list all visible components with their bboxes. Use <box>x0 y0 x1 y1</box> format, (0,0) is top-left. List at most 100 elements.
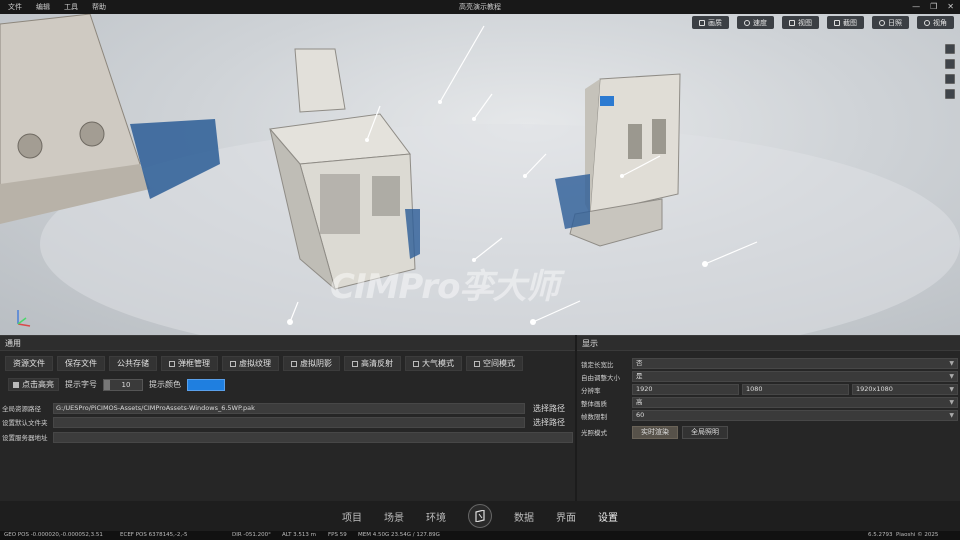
menu-tools[interactable]: 工具 <box>64 2 78 12</box>
highlight-settings-row: 点击高亮 提示字号 10 提示颜色 <box>8 378 225 391</box>
nav-scene[interactable]: 场景 <box>384 509 404 524</box>
checkbox-icon <box>474 360 480 367</box>
resolution-preset-dropdown[interactable]: 1920x1080 ▼ <box>852 384 958 395</box>
select-folder-button[interactable]: 选择路径 <box>525 417 573 428</box>
close-icon[interactable]: ✕ <box>947 2 954 12</box>
global-illumination-button[interactable]: 全局照明 <box>682 425 728 439</box>
lock-aspect-dropdown[interactable]: 否 ▼ <box>632 358 958 369</box>
select-path-button[interactable]: 选择路径 <box>525 403 573 414</box>
restore-icon[interactable]: ❐ <box>930 2 937 12</box>
popup-manage-toggle[interactable]: 弹框管理 <box>161 356 218 371</box>
menu-help[interactable]: 帮助 <box>92 2 106 12</box>
quality-row: 整体画质 高 ▼ <box>581 397 959 408</box>
server-address-row: 设置服务器地址 <box>2 431 575 443</box>
nav-data[interactable]: 数据 <box>514 509 534 524</box>
virtual-texture-toggle[interactable]: 虚拟纹理 <box>222 356 279 371</box>
resolution-width-input[interactable]: 1920 <box>632 384 739 395</box>
minimize-icon[interactable]: — <box>912 2 920 12</box>
checkbox-icon <box>413 360 419 367</box>
general-panel: 通用 资源文件 保存文件 公共存储 弹框管理 虚拟纹理 虚拟阴影 高清反射 大气… <box>0 335 575 501</box>
eye-icon <box>924 19 930 26</box>
setting-label: 锁定长宽比 <box>581 360 614 369</box>
path-label: 全局资源路径 <box>2 405 41 413</box>
global-resource-path-row: 全局资源路径 G:/UESPro/PiCIMOS-Assets/CIMProAs… <box>2 402 575 414</box>
realtime-render-button[interactable]: 实时渲染 <box>632 425 678 439</box>
cube-tool-icon[interactable] <box>945 59 955 69</box>
default-folder-field[interactable] <box>53 416 525 428</box>
fps: FPS 59 <box>328 532 347 538</box>
setting-label: 光照模式 <box>581 429 607 437</box>
status-bar: GEO POS -0.000020,-0.000052,3.51 ECEF PO… <box>0 531 960 540</box>
sunlight-button[interactable]: 日照 <box>872 16 909 29</box>
chevron-down-icon: ▼ <box>949 373 954 380</box>
color-swatch[interactable] <box>187 378 225 391</box>
checkbox-icon <box>352 360 358 367</box>
resolution-row: 分辨率 1920 1080 1920x1080 ▼ <box>581 384 959 395</box>
overall-quality-dropdown[interactable]: 高 ▼ <box>632 397 958 408</box>
watermark: CIMPro孪大师 <box>330 267 559 307</box>
public-storage-button[interactable]: 公共存储 <box>109 356 157 371</box>
screenshot-icon <box>834 19 840 26</box>
altitude: ALT 3.513 m <box>282 532 317 538</box>
checkbox-icon <box>230 360 236 367</box>
menu-edit[interactable]: 编辑 <box>36 2 50 12</box>
resolution-height-input[interactable]: 1080 <box>742 384 849 395</box>
fps-limit-dropdown[interactable]: 60 ▼ <box>632 410 958 421</box>
chevron-down-icon: ▼ <box>949 399 954 406</box>
nav-settings[interactable]: 设置 <box>598 509 618 524</box>
chevron-down-icon: ▼ <box>949 360 954 367</box>
menu-file[interactable]: 文件 <box>8 2 22 12</box>
axis-gizmo-icon <box>17 310 31 327</box>
resource-file-button[interactable]: 资源文件 <box>5 356 53 371</box>
menu-bar: 文件 编辑 工具 帮助 <box>0 2 106 12</box>
view-button[interactable]: 视图 <box>782 16 819 29</box>
quality-button[interactable]: 画质 <box>692 16 729 29</box>
color-label: 提示颜色 <box>149 380 181 389</box>
copyright: Piaoshi © 2025 <box>896 532 939 538</box>
viewport-side-tools <box>945 44 955 99</box>
setting-label: 整体画质 <box>581 399 607 408</box>
ecef-pos: ECEF POS 6378145,-2,-5 <box>120 532 188 538</box>
path-label: 设置默认文件夹 <box>2 419 48 427</box>
virtual-shadow-toggle[interactable]: 虚拟阴影 <box>283 356 340 371</box>
view-icon <box>789 19 795 26</box>
global-resource-path-field[interactable]: G:/UESPro/PiCIMOS-Assets/CIMProAssets-Wi… <box>53 402 525 414</box>
atmosphere-mode-toggle[interactable]: 大气模式 <box>405 356 462 371</box>
direction: DIR -051.200° <box>232 532 271 538</box>
save-file-button[interactable]: 保存文件 <box>57 356 105 371</box>
server-address-field[interactable] <box>53 431 573 443</box>
setting-label: 分辨率 <box>581 386 601 395</box>
general-panel-title: 通用 <box>0 336 575 351</box>
geo-pos: GEO POS -0.000020,-0.000052,3.51 <box>4 532 103 538</box>
bottom-nav: 项目 场景 环境 数据 界面 设置 <box>0 501 960 531</box>
frame-tool-icon[interactable] <box>945 89 955 99</box>
setting-label: 自由调整大小 <box>581 373 620 382</box>
chevron-down-icon: ▼ <box>949 386 954 393</box>
ruler-tool-icon[interactable] <box>945 74 955 84</box>
nav-environment[interactable]: 环境 <box>426 509 446 524</box>
screenshot-button[interactable]: 截图 <box>827 16 864 29</box>
scene-viewport[interactable]: CIMPro孪大师 画质 速度 视图 截图 日照 视角 <box>0 14 960 335</box>
free-resize-row: 自由调整大小 是 ▼ <box>581 371 959 382</box>
viewport-toolbar: 画质 速度 视图 截图 日照 视角 <box>692 16 954 29</box>
version: 6.5.2793 <box>868 532 893 538</box>
font-size-input[interactable]: 10 <box>103 378 143 391</box>
display-panel-title: 显示 <box>577 336 960 351</box>
hd-reflection-toggle[interactable]: 高清反射 <box>344 356 401 371</box>
speed-button[interactable]: 速度 <box>737 16 774 29</box>
window-title: 高亮演示教程 <box>459 3 501 11</box>
free-resize-dropdown[interactable]: 是 ▼ <box>632 371 958 382</box>
move-tool-icon[interactable] <box>945 44 955 54</box>
display-panel: 显示 锁定长宽比 否 ▼ 自由调整大小 是 ▼ 分辨率 1920 1080 1920… <box>577 335 960 501</box>
fps-limit-row: 帧数限制 60 ▼ <box>581 410 959 421</box>
space-mode-toggle[interactable]: 空间模式 <box>466 356 523 371</box>
checkbox-checked-icon <box>13 381 19 388</box>
app-logo-icon[interactable] <box>468 504 492 528</box>
light-mode-row: 光照模式 实时渲染 全局照明 <box>581 425 959 439</box>
font-size-label: 提示字号 <box>65 380 97 389</box>
nav-interface[interactable]: 界面 <box>556 509 576 524</box>
camera-angle-button[interactable]: 视角 <box>917 16 954 29</box>
logo-mark-icon <box>475 510 485 522</box>
click-highlight-toggle[interactable]: 点击高亮 <box>8 378 59 391</box>
nav-project[interactable]: 项目 <box>342 509 362 524</box>
